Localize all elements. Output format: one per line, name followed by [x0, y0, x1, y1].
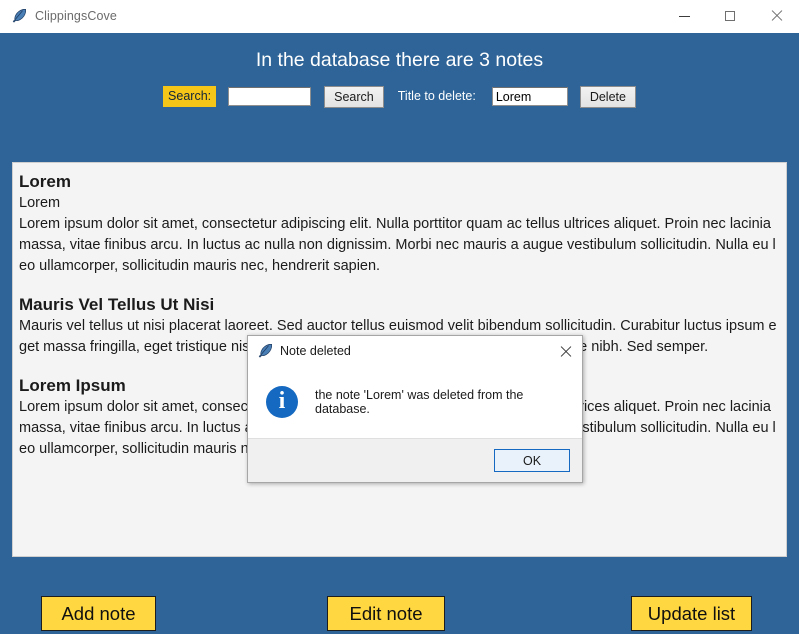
dialog-title: Note deleted — [280, 344, 351, 358]
info-icon: i — [266, 386, 298, 418]
title-bar-left: ClippingsCove — [0, 8, 117, 24]
note-title: Mauris Vel Tellus Ut Nisi — [19, 295, 215, 314]
maximize-button[interactable] — [707, 0, 753, 32]
close-button[interactable] — [753, 0, 799, 32]
dialog-content: i the note 'Lorem' was deleted from the … — [248, 366, 582, 438]
dialog-close-button[interactable] — [552, 339, 578, 363]
edit-note-button[interactable]: Edit note — [327, 596, 445, 631]
dialog-title-bar: Note deleted — [248, 336, 582, 366]
close-icon — [559, 345, 572, 358]
page-title: In the database there are 3 notes — [255, 49, 544, 71]
window-controls — [661, 0, 799, 32]
dialog-footer: OK — [248, 438, 582, 482]
title-bar: ClippingsCove — [0, 0, 799, 33]
delete-button[interactable]: Delete — [579, 85, 636, 108]
dialog-message: the note 'Lorem' was deleted from the da… — [315, 388, 524, 416]
note-subtitle: Lorem — [19, 195, 61, 211]
title-to-delete-input[interactable] — [491, 87, 568, 106]
minimize-button[interactable] — [661, 0, 707, 32]
feather-icon — [10, 8, 26, 24]
maximize-icon — [725, 11, 735, 21]
note-item: Lorem Lorem Lorem ipsum dolor sit amet, … — [13, 171, 786, 277]
dialog-title-bar-left: Note deleted — [248, 343, 351, 359]
minimize-icon — [678, 15, 690, 17]
app-body: In the database there are 3 notes Search… — [0, 33, 799, 634]
title-to-delete-label: Title to delete: — [391, 85, 482, 108]
window-title: ClippingsCove — [35, 9, 117, 23]
toolbar: Search: Search Title to delete: Delete — [0, 85, 799, 108]
feather-icon — [256, 343, 272, 359]
note-body: Lorem ipsum dolor sit amet, consectetur … — [19, 216, 776, 274]
application-window: ClippingsCove In the database there are … — [0, 0, 799, 634]
search-label: Search: — [163, 86, 217, 107]
dialog-ok-button[interactable]: OK — [494, 449, 570, 472]
add-note-button[interactable]: Add note — [41, 596, 156, 631]
action-bar: Add note Edit note Update list — [0, 596, 799, 642]
update-list-button[interactable]: Update list — [631, 596, 752, 631]
close-icon — [770, 10, 782, 22]
note-deleted-dialog: Note deleted i the note 'Lorem' was dele… — [247, 335, 583, 483]
search-input[interactable] — [228, 87, 312, 106]
note-title: Lorem — [19, 172, 71, 191]
search-button[interactable]: Search — [324, 85, 384, 108]
